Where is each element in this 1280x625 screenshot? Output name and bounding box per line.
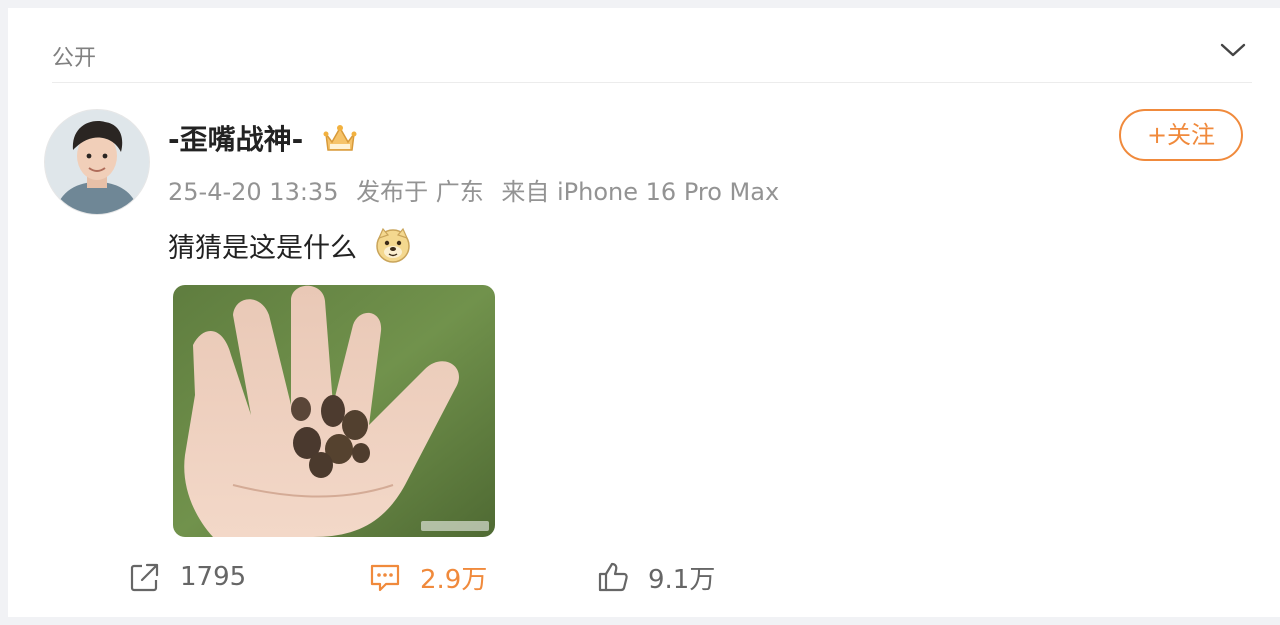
share-action[interactable]: 1795 bbox=[128, 553, 246, 601]
thumbs-up-icon bbox=[598, 562, 628, 592]
doge-emoji-icon bbox=[376, 227, 410, 263]
visibility-label: 公开 bbox=[52, 46, 97, 71]
comment-icon bbox=[370, 564, 400, 592]
avatar[interactable] bbox=[44, 109, 150, 215]
comment-action[interactable]: 2.9万 bbox=[368, 553, 487, 601]
post-timestamp[interactable]: 25-4-20 13:35 bbox=[168, 178, 338, 206]
post-text: 猜猜是这是什么 bbox=[168, 233, 357, 264]
like-action[interactable]: 9.1万 bbox=[596, 553, 715, 601]
share-count: 1795 bbox=[180, 562, 247, 592]
visibility-selector[interactable]: 公开 bbox=[52, 32, 1252, 83]
post-actions: 1795 2.9万 9.1万 bbox=[8, 553, 1280, 601]
post-card: 公开 -歪嘴战神- 25-4-20 13:35 发布于 广东 来自 iPhone… bbox=[8, 8, 1280, 617]
vip-crown-icon bbox=[323, 125, 357, 151]
post-location: 发布于 广东 bbox=[356, 178, 484, 206]
like-count: 9.1万 bbox=[648, 564, 716, 595]
post-meta: 25-4-20 13:35 发布于 广东 来自 iPhone 16 Pro Ma… bbox=[168, 172, 789, 207]
comment-count: 2.9万 bbox=[420, 564, 488, 595]
post-source: 来自 iPhone 16 Pro Max bbox=[501, 178, 780, 206]
share-icon bbox=[130, 563, 159, 592]
follow-button[interactable]: +关注 bbox=[1119, 109, 1243, 161]
username[interactable]: -歪嘴战神- bbox=[168, 118, 303, 158]
post-image[interactable] bbox=[173, 285, 495, 537]
chevron-down-icon[interactable] bbox=[1220, 42, 1246, 58]
